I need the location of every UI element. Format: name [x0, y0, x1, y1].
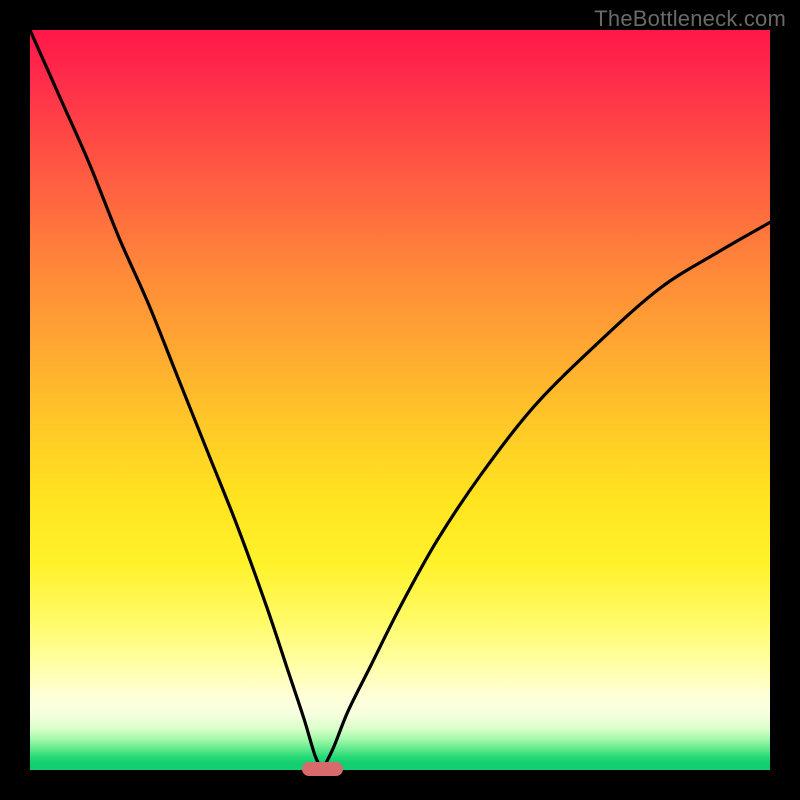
chart-frame: TheBottleneck.com	[0, 0, 800, 800]
bottleneck-curve	[30, 30, 770, 770]
curve-right-branch	[322, 222, 770, 770]
curve-left-branch	[30, 30, 322, 770]
plot-area	[30, 30, 770, 770]
balanced-point-marker	[302, 762, 343, 777]
watermark-text: TheBottleneck.com	[594, 6, 786, 32]
